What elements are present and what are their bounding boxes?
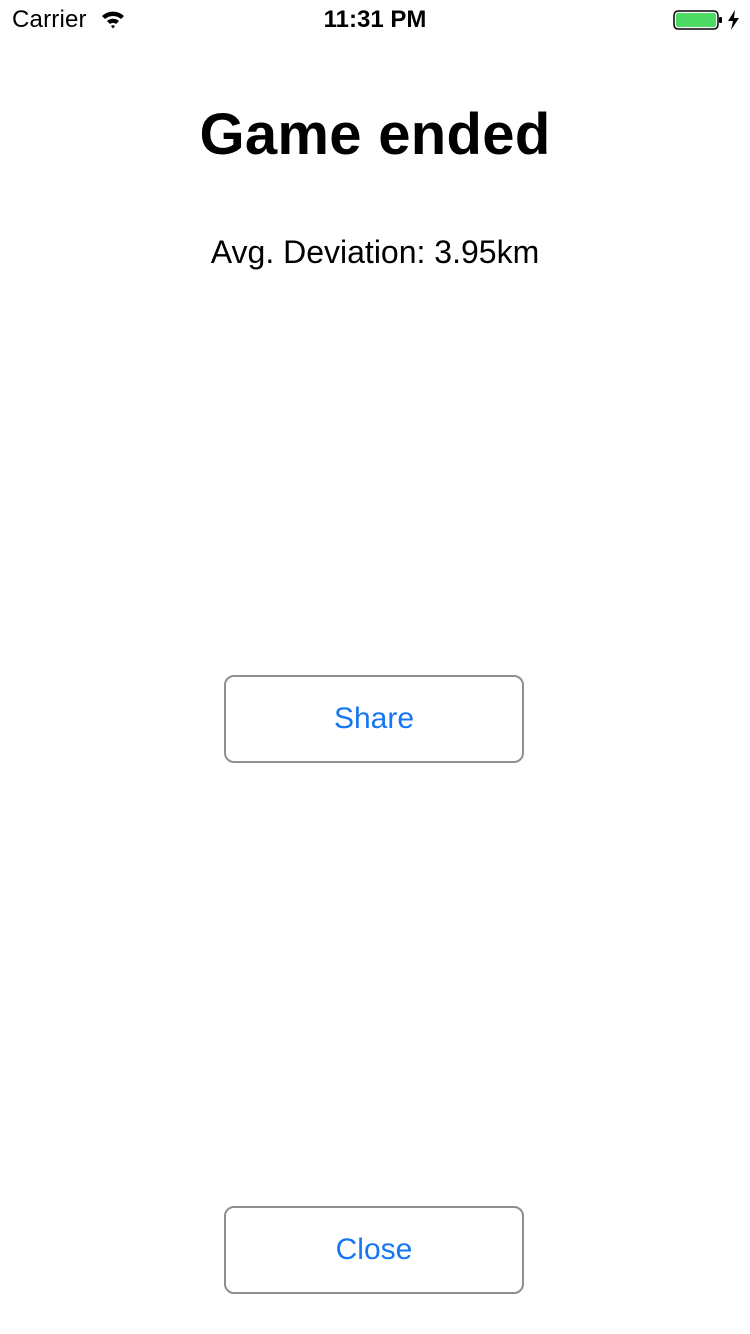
status-time: 11:31 PM (323, 6, 427, 33)
close-button[interactable]: Close (224, 1206, 524, 1294)
share-button[interactable]: Share (224, 675, 524, 763)
status-bar: Carrier 11:31 PM (0, 0, 750, 40)
avg-deviation-text: Avg. Deviation: 3.95km (210, 234, 540, 270)
battery-icon (673, 10, 739, 30)
charging-bolt-icon (728, 10, 739, 30)
page-title: Game ended (199, 102, 551, 167)
